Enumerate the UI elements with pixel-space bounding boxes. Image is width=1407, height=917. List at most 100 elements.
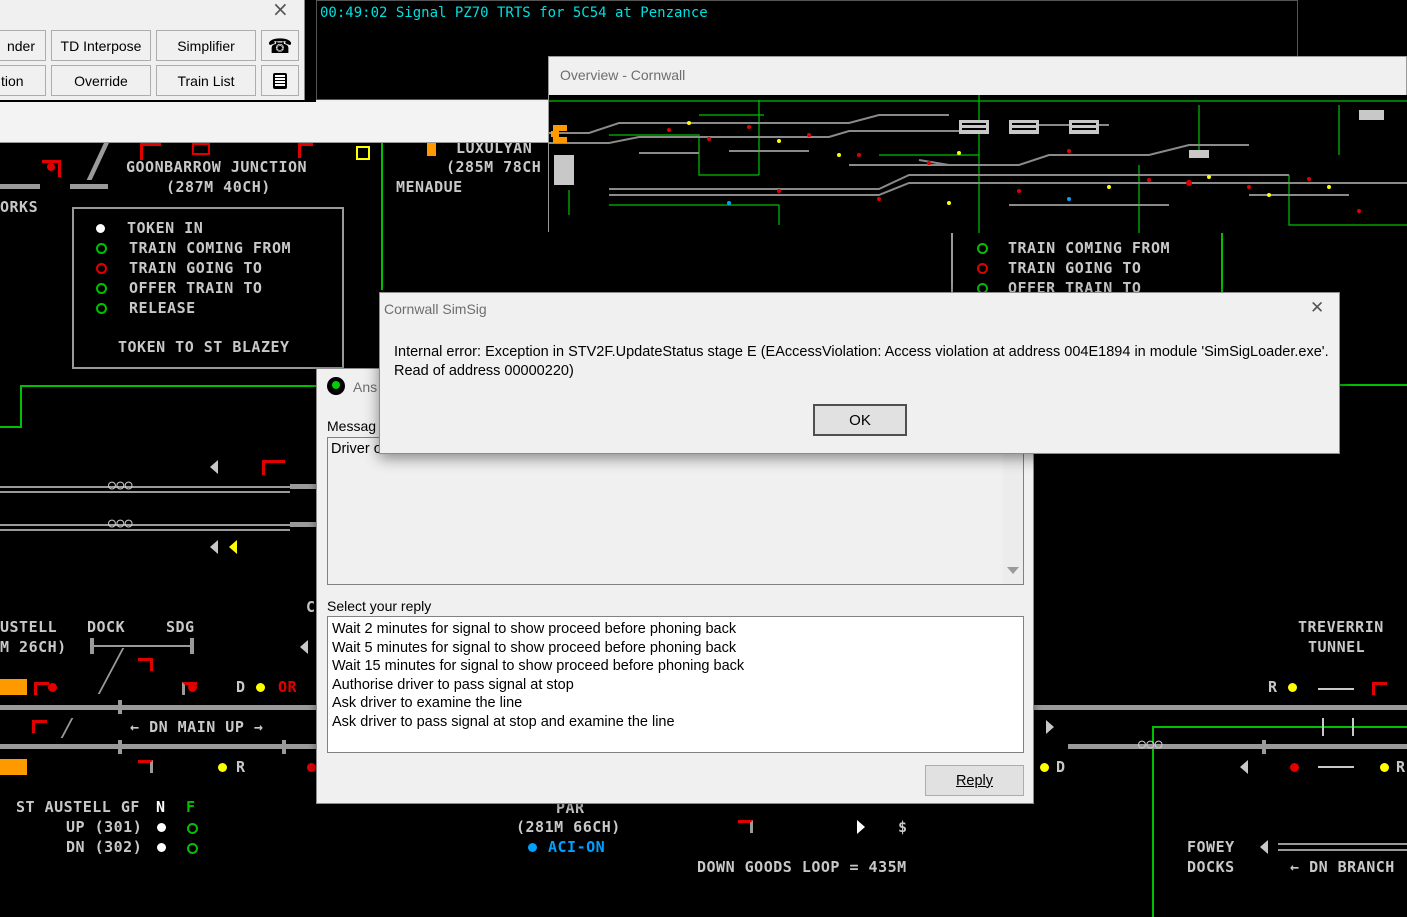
token-in-indicator[interactable] bbox=[96, 223, 105, 233]
gf-up-free-indicator[interactable] bbox=[187, 823, 198, 834]
going-to-indicator[interactable] bbox=[96, 262, 107, 274]
dn-branch-text: DN BRANCH bbox=[1309, 858, 1395, 876]
signal-head-icon[interactable] bbox=[1040, 763, 1049, 772]
gf-up-label: UP (301) bbox=[66, 818, 143, 836]
overview-map[interactable] bbox=[549, 95, 1407, 233]
scrollbar-track[interactable] bbox=[1003, 438, 1023, 584]
dock-label: DOCK bbox=[87, 618, 126, 636]
signal-head-icon[interactable] bbox=[307, 763, 316, 772]
offer-train-indicator[interactable] bbox=[96, 282, 107, 294]
signal-head-icon[interactable] bbox=[47, 163, 55, 171]
luxulyan-berth[interactable] bbox=[427, 142, 436, 156]
signal-icon[interactable] bbox=[298, 143, 313, 158]
reply-option[interactable]: Wait 5 minutes for signal to show procee… bbox=[332, 639, 1019, 658]
berth-orange[interactable] bbox=[0, 759, 27, 775]
gf-dn-normal-indicator[interactable] bbox=[157, 843, 166, 852]
st-austell-mileage: M 26CH) bbox=[0, 638, 67, 656]
signal-icon[interactable] bbox=[138, 658, 153, 671]
reply-option[interactable]: Wait 15 minutes for signal to show proce… bbox=[332, 657, 1019, 676]
signal-label: D bbox=[1056, 758, 1066, 776]
tunnel-label: TUNNEL bbox=[1308, 638, 1366, 656]
message-box[interactable]: Driver o bbox=[327, 437, 1024, 585]
coming-from-indicator[interactable] bbox=[977, 242, 988, 254]
buffer-stop bbox=[190, 638, 194, 654]
error-dialog: Cornwall SimSig ✕ Internal error: Except… bbox=[379, 292, 1340, 454]
error-dialog-title: Cornwall SimSig bbox=[384, 301, 487, 317]
route-arrow-left-icon[interactable] bbox=[210, 460, 218, 474]
track-line bbox=[1278, 849, 1407, 851]
signal-icon[interactable] bbox=[1372, 682, 1387, 695]
reply-option[interactable]: Wait 2 minutes for signal to show procee… bbox=[332, 620, 1019, 639]
route-arrow-left-icon[interactable] bbox=[1240, 760, 1248, 774]
signal-head-icon[interactable] bbox=[1288, 683, 1297, 692]
simplifier-button[interactable]: Simplifier bbox=[156, 30, 256, 61]
dollar-label: $ bbox=[898, 818, 908, 836]
signal-head-icon[interactable] bbox=[256, 683, 265, 692]
track-segment bbox=[70, 184, 108, 189]
signal-label: D bbox=[236, 678, 246, 696]
berth-orange[interactable] bbox=[0, 679, 27, 695]
track-line bbox=[0, 524, 290, 526]
route-arrow-left-icon[interactable] bbox=[210, 540, 218, 554]
track-line bbox=[0, 491, 290, 493]
reply-label: Select your reply bbox=[327, 598, 432, 614]
close-icon[interactable]: ✕ bbox=[1310, 298, 1324, 318]
route-arrow-right-icon[interactable] bbox=[857, 820, 865, 834]
signal-head-icon[interactable] bbox=[218, 763, 227, 772]
scroll-down-arrow-icon[interactable] bbox=[1007, 567, 1019, 574]
release-indicator[interactable] bbox=[96, 302, 107, 314]
route-arrow-right-icon[interactable] bbox=[1046, 720, 1054, 734]
signal-icon[interactable] bbox=[34, 682, 49, 695]
app-status-icon bbox=[327, 377, 345, 395]
toolbar-button[interactable]: tion bbox=[0, 65, 46, 96]
token-item: TRAIN COMING FROM bbox=[129, 239, 292, 257]
signal-icon[interactable] bbox=[262, 460, 285, 475]
gf-dn-free-indicator[interactable] bbox=[187, 843, 198, 854]
train-list-button[interactable]: Train List bbox=[156, 65, 256, 96]
gf-up-normal-indicator[interactable] bbox=[157, 823, 166, 832]
signal-head-icon[interactable] bbox=[48, 683, 57, 692]
going-to-indicator[interactable] bbox=[977, 262, 988, 274]
dn-main-up-text: DN MAIN UP bbox=[149, 718, 245, 736]
docks-label: DOCKS bbox=[1187, 858, 1235, 876]
token-to-st-blazey[interactable]: TOKEN TO ST BLAZEY bbox=[118, 338, 290, 356]
track-diagonal bbox=[97, 648, 125, 694]
coming-from-indicator[interactable] bbox=[96, 242, 107, 254]
crossing-icon: ○○○ bbox=[108, 478, 133, 493]
signal-head-icon[interactable] bbox=[1380, 763, 1389, 772]
token-item: TRAIN GOING TO bbox=[1008, 259, 1142, 277]
reply-option[interactable]: Ask driver to examine the line bbox=[332, 694, 1019, 713]
signal-head-icon[interactable] bbox=[188, 683, 197, 692]
route-arrow-left-icon[interactable] bbox=[300, 640, 308, 654]
signal-icon[interactable] bbox=[192, 143, 210, 155]
aci-indicator[interactable] bbox=[528, 843, 537, 852]
token-item: RELEASE bbox=[129, 299, 196, 317]
reply-list[interactable]: Wait 2 minutes for signal to show procee… bbox=[327, 616, 1024, 753]
error-message-line1: Internal error: Exception in STV2F.Updat… bbox=[394, 344, 1329, 360]
reply-option[interactable]: Ask driver to pass signal at stop and ex… bbox=[332, 713, 1019, 732]
error-message-line2: Read of address 00000220) bbox=[394, 363, 574, 379]
ok-button[interactable]: OK bbox=[813, 404, 907, 436]
track-joint bbox=[1322, 718, 1324, 736]
signal-icon[interactable] bbox=[138, 760, 153, 773]
toolbar-button[interactable]: nder bbox=[0, 30, 46, 61]
reply-button[interactable]: Reply bbox=[925, 765, 1024, 796]
close-icon[interactable]: × bbox=[272, 0, 289, 21]
signal-icon[interactable] bbox=[32, 720, 47, 733]
reply-option[interactable]: Authorise driver to pass signal at stop bbox=[332, 676, 1019, 695]
main-track bbox=[0, 705, 320, 710]
st-austell-gf-label: ST AUSTELL GF bbox=[16, 798, 140, 816]
override-button[interactable]: Override bbox=[51, 65, 151, 96]
td-interpose-button[interactable]: TD Interpose bbox=[51, 30, 151, 61]
signal-head-icon[interactable] bbox=[1290, 763, 1299, 772]
signal-icon[interactable] bbox=[356, 146, 370, 160]
message-text[interactable]: 00:49:02 Signal PZ70 TRTS for 5C54 at Pe… bbox=[320, 5, 708, 21]
boundary-line bbox=[1152, 726, 1407, 728]
signal-icon[interactable] bbox=[738, 820, 753, 833]
route-arrow-left-icon[interactable] bbox=[229, 540, 237, 554]
phone-button[interactable]: ☎ bbox=[261, 30, 299, 61]
answer-dialog-title: Ans bbox=[353, 379, 378, 395]
signal-label: R bbox=[236, 758, 246, 776]
route-arrow-left-icon[interactable] bbox=[1260, 840, 1268, 854]
print-button[interactable] bbox=[261, 65, 299, 96]
